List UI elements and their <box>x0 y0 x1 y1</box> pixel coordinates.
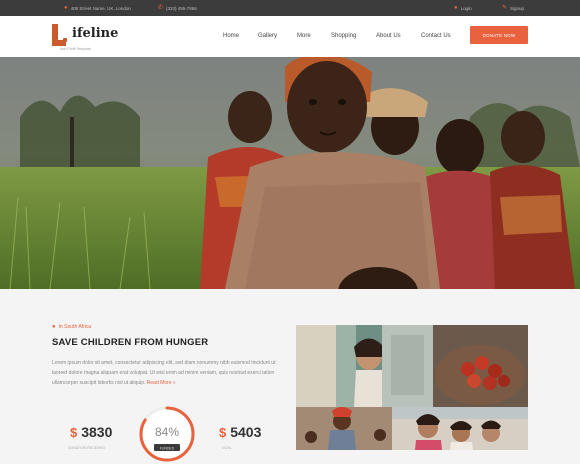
address-text: 405 Street Name, UK, London <box>70 5 131 11</box>
brand-tagline: Non Profit Template <box>60 47 91 51</box>
gallery-photo-wall[interactable] <box>382 325 433 407</box>
location-pin-icon: ● <box>52 324 56 330</box>
nav-gallery[interactable]: Gallery <box>258 33 277 39</box>
nav-home[interactable]: Home <box>223 33 239 39</box>
top-bar: ● 405 Street Name, UK, London ✆ (333) 45… <box>0 0 580 16</box>
gallery-photo-girl[interactable] <box>296 325 384 407</box>
phone-item[interactable]: ✆ (333) 455-7866 <box>158 5 197 11</box>
nav-more[interactable]: More <box>297 33 311 39</box>
donation-received-label: DONATION RECEIVED <box>68 446 106 450</box>
stat-value: 5403 <box>230 424 262 440</box>
hero-image <box>0 57 580 289</box>
address-item: ● 405 Street Name, UK, London <box>64 5 131 11</box>
photo-gallery <box>296 325 528 450</box>
read-more-link[interactable]: Read More » <box>147 380 176 386</box>
campaign-description: Lorem ipsum dolor sit amet, consectetur … <box>52 358 280 388</box>
login-text: Login <box>460 5 472 11</box>
donate-now-button[interactable]: DONATE NOW <box>470 26 528 44</box>
stat-currency: $ <box>70 424 78 440</box>
signup-text: Signup <box>510 5 525 11</box>
login-link[interactable]: ● Login <box>454 5 472 11</box>
goal-label: GOAL <box>222 446 232 450</box>
goal-stat: $ 5403 <box>219 424 261 440</box>
gallery-photo-girls[interactable] <box>392 407 528 450</box>
logo-mark <box>52 24 68 46</box>
phone-text: (333) 455-7866 <box>166 5 197 11</box>
signup-link[interactable]: ✎ Signup <box>502 5 524 11</box>
logo[interactable]: ifeline Non Profit Template <box>52 24 119 51</box>
signup-icon: ✎ <box>502 5 508 11</box>
location-text: In South Africa <box>58 324 92 330</box>
phone-icon: ✆ <box>158 5 164 11</box>
location-pin-icon: ● <box>64 5 68 11</box>
nav-shopping[interactable]: Shopping <box>331 33 356 39</box>
hero-children-photo <box>0 57 580 289</box>
nav-contact-us[interactable]: Contact Us <box>421 33 451 39</box>
gallery-photo-group[interactable] <box>296 407 392 450</box>
nav-about-us[interactable]: About Us <box>376 33 401 39</box>
gallery-photo-fruit[interactable] <box>433 325 528 407</box>
location-tag: ● In South Africa <box>52 324 91 330</box>
header: ifeline Non Profit Template Home Gallery… <box>0 16 580 58</box>
donation-received-stat: $ 3830 <box>70 424 112 440</box>
user-icon: ● <box>454 5 458 11</box>
brand-name: ifeline <box>72 26 119 41</box>
funding-progress-ring: 84% FUNDED <box>139 406 195 462</box>
funding-percent: 84% <box>155 425 179 439</box>
stat-currency: $ <box>219 424 227 440</box>
stat-value: 3830 <box>81 424 113 440</box>
campaign-title: SAVE CHILDREN FROM HUNGER <box>52 337 209 348</box>
